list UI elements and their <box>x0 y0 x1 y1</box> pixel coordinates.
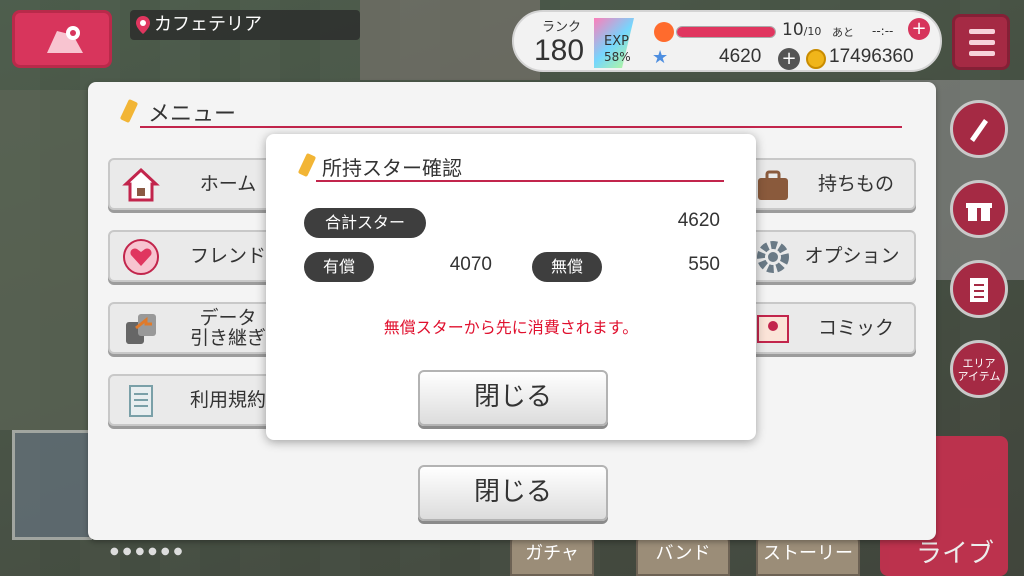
gift-icon <box>966 201 992 221</box>
menu-options-label: オプション <box>804 245 900 267</box>
menu-items-label: 持ちもの <box>817 173 894 195</box>
friend-heart-icon <box>123 239 159 275</box>
band-nav[interactable]: バンド <box>636 536 730 576</box>
dialog-title: 所持スター確認 <box>322 156 462 180</box>
menu-title: メニュー <box>148 102 237 127</box>
data-transfer-icon <box>126 314 156 344</box>
area-item-button[interactable]: エリア アイテム <box>950 340 1008 398</box>
exp-percent: 58% <box>604 50 631 64</box>
coin-count: 17496360 <box>829 46 914 67</box>
story-nav[interactable]: ストーリー <box>756 536 860 576</box>
event-banner-card[interactable] <box>12 430 92 540</box>
home-icon <box>122 167 160 202</box>
paid-stars-label: 有償 <box>304 252 374 282</box>
area-item-label: エリア アイテム <box>957 357 1001 383</box>
coin-icon <box>806 49 826 69</box>
rank-value: 180 <box>534 34 585 67</box>
star-icon: ★ <box>652 47 669 68</box>
live-boost-count: 10/10 <box>782 20 821 40</box>
page-dots: ●●●●●● <box>110 546 187 557</box>
live-boost-timer: --:-- <box>872 24 894 38</box>
live-boost-value: 10 <box>782 20 804 40</box>
live-boost-bar <box>676 26 776 38</box>
missions-button[interactable] <box>950 260 1008 318</box>
live-boost-icon <box>654 22 674 42</box>
location-pin-icon <box>136 16 150 34</box>
dialog-title-underline <box>316 180 724 182</box>
menu-close-button[interactable]: 閉じる <box>418 465 608 521</box>
player-status-panel: ランク 180 EXP 58% 10/10 あと --:-- + ★ 4620 … <box>512 10 942 72</box>
checklist-icon <box>970 278 988 302</box>
total-stars-label: 合計スター <box>304 208 426 238</box>
hamburger-menu-icon[interactable] <box>952 14 1010 70</box>
menu-comic-label: コミック <box>817 317 894 339</box>
free-stars-value: 550 <box>688 254 720 275</box>
gear-icon <box>757 241 789 273</box>
edit-pen-button[interactable] <box>950 100 1008 158</box>
free-stars-label: 無償 <box>532 252 602 282</box>
rank-label: ランク <box>542 20 582 35</box>
location-label: カフェテリア <box>130 10 360 40</box>
star-plus-icon[interactable]: + <box>778 48 800 70</box>
document-icon <box>129 385 153 417</box>
menu-title-underline <box>140 126 902 128</box>
total-stars-value: 4620 <box>677 210 720 231</box>
dialog-close-button[interactable]: 閉じる <box>418 370 608 426</box>
present-box-button[interactable] <box>950 180 1008 238</box>
bag-icon <box>758 170 788 200</box>
map-button[interactable] <box>12 10 112 68</box>
map-pin-icon <box>47 26 83 53</box>
live-boost-max: /10 <box>803 25 822 38</box>
star-count: 4620 <box>719 46 762 67</box>
live-boost-fill <box>677 27 775 37</box>
location-name: カフェテリア <box>154 14 262 35</box>
live-boost-after-label: あと <box>832 26 854 39</box>
comic-icon <box>757 315 789 343</box>
gacha-nav[interactable]: ガチャ <box>510 536 594 576</box>
paid-stars-value: 4070 <box>449 254 492 275</box>
exp-label: EXP <box>604 34 629 49</box>
consumption-note: 無償スターから先に消費されます。 <box>383 318 639 337</box>
pen-icon <box>970 119 988 142</box>
live-boost-plus-icon[interactable]: + <box>908 18 930 40</box>
